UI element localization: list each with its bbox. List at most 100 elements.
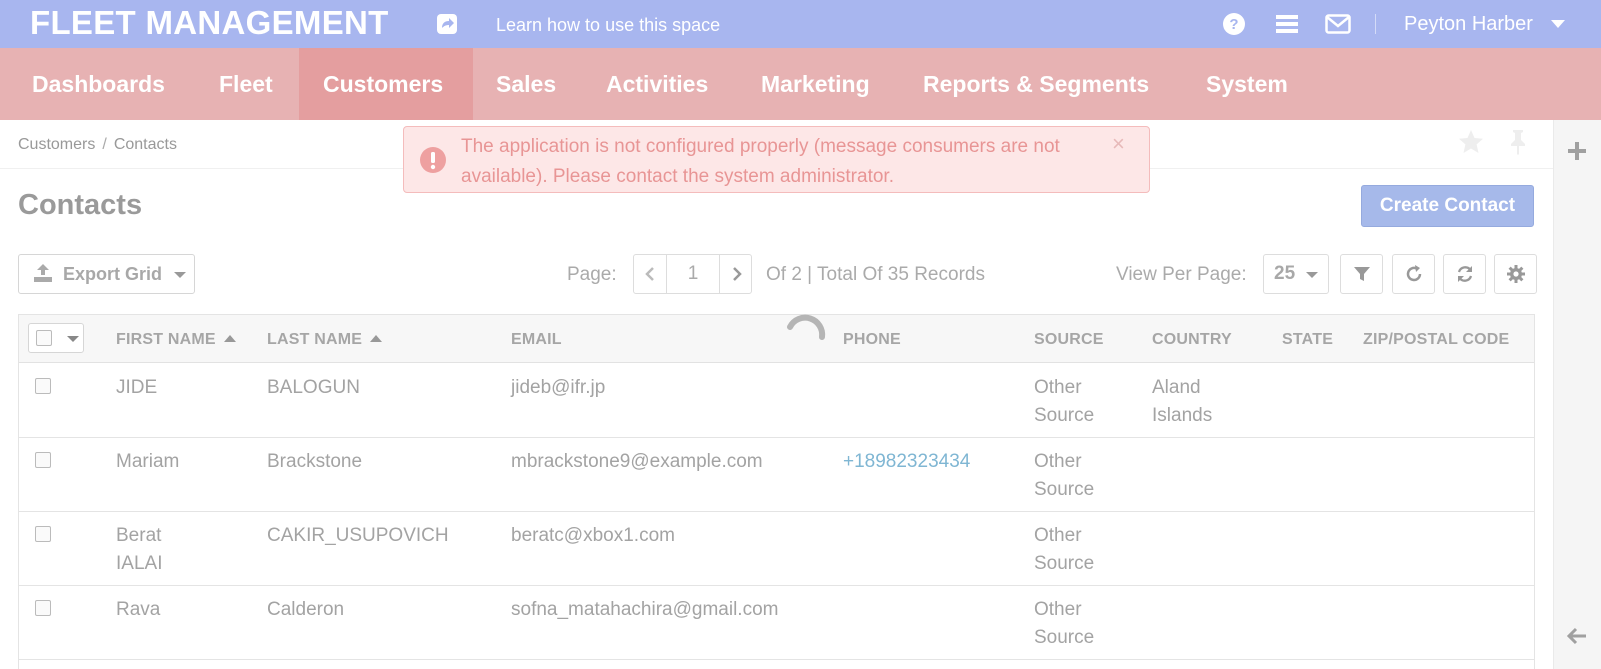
column-header-source[interactable]: SOURCE [1034,331,1104,349]
filter-icon [1354,267,1370,281]
chevron-right-icon [733,267,742,281]
next-page-button[interactable] [719,255,752,293]
row-checkbox[interactable] [35,526,51,542]
view-per-page-select[interactable]: 25 [1263,254,1329,294]
cell-first-name: Berat IALAI [116,525,163,574]
view-per-page-label: View Per Page: [1116,264,1247,285]
refresh-button[interactable] [1443,254,1486,294]
cell-source: Other Source [1034,599,1095,648]
nav-item-marketing[interactable]: Marketing [737,48,894,120]
cell-phone[interactable]: +18982323434 [843,448,1023,476]
row-checkbox[interactable] [35,452,51,468]
nav-item-activities[interactable]: Activities [582,48,732,120]
top-bar: FLEET MANAGEMENT Learn how to use this s… [0,0,1601,48]
cell-last-name: CAKIR_USUPOVICH [267,525,449,546]
chevron-down-icon [1306,272,1318,278]
share-icon[interactable] [436,13,458,35]
gear-icon [1507,265,1525,283]
export-grid-label: Export Grid [63,264,163,284]
chevron-left-icon [645,267,654,281]
chevron-down-icon[interactable] [1551,20,1565,28]
sort-asc-icon [370,335,383,342]
svg-text:?: ? [1229,16,1238,33]
star-icon[interactable] [1457,128,1485,156]
page-title: Contacts [18,189,143,221]
cell-source: Other Source [1034,377,1095,426]
cell-first-name: JIDE [116,377,158,398]
chevron-down-icon [67,336,79,342]
reset-button[interactable] [1392,254,1435,294]
learn-how-link[interactable]: Learn how to use this space [496,15,720,36]
pager: 1 [633,254,752,294]
grid-header: FIRST NAME LAST NAME EMAIL PHONE SOURCE … [19,315,1534,363]
nav-item-fleet[interactable]: Fleet [195,48,297,120]
breadcrumb-contacts: Contacts [113,136,177,153]
breadcrumb-customers[interactable]: Customers [18,136,95,153]
mail-icon[interactable] [1325,13,1351,35]
grid-settings-button[interactable] [1494,254,1537,294]
loading-spinner-icon [787,314,826,340]
cell-country: Aland Islands [1152,377,1213,426]
nav-item-customers[interactable]: Customers [299,48,473,120]
refresh-icon [1457,266,1473,282]
cell-email: mbrackstone9@example.com [511,451,763,472]
reset-icon [1406,265,1422,282]
nav-item-sales[interactable]: Sales [472,48,580,120]
cell-first-name: Rava [116,599,161,620]
error-alert: The application is not configured proper… [403,126,1150,193]
main-nav: Dashboards Fleet Customers Sales Activit… [0,48,1601,120]
close-icon[interactable]: × [1112,131,1125,157]
cell-source: Other Source [1034,525,1095,574]
cell-last-name: BALOGUN [267,377,360,398]
plus-icon[interactable] [1566,140,1588,162]
page-label: Page: [567,264,617,285]
prev-page-button[interactable] [634,255,667,293]
column-header-email[interactable]: EMAIL [511,331,562,349]
help-icon[interactable]: ? [1222,12,1246,36]
pin-icon[interactable] [1505,128,1531,156]
cell-last-name: Brackstone [267,451,363,472]
row-checkbox[interactable] [35,600,51,616]
nav-item-system[interactable]: System [1182,48,1312,120]
chevron-down-icon [174,272,186,278]
table-row[interactable]: Berat IALAI CAKIR_USUPOVICH beratc@xbox1… [19,512,1534,586]
mass-select-dropdown[interactable] [28,323,84,353]
column-header-first-name[interactable]: FIRST NAME [116,331,236,349]
page-number-input[interactable]: 1 [667,255,719,293]
row-checkbox[interactable] [35,378,51,394]
cell-first-name: Mariam [116,451,180,472]
menu-icon[interactable] [1276,13,1298,35]
column-header-state[interactable]: STATE [1282,331,1333,349]
arrow-left-icon[interactable] [1566,626,1588,646]
cell-email: sofna_matahachira@gmail.com [511,599,779,620]
column-header-phone[interactable]: PHONE [843,331,901,349]
create-contact-button[interactable]: Create Contact [1361,185,1534,227]
breadcrumb-separator: / [102,136,107,153]
table-row[interactable]: Rava Calderon sofna_matahachira@gmail.co… [19,586,1534,660]
pager-summary: Of 2 | Total Of 35 Records [766,264,985,285]
table-row[interactable]: JIDE BALOGUN jideb@ifr.jp Other Source A… [19,364,1534,438]
export-grid-button[interactable]: Export Grid [18,254,195,294]
filter-button[interactable] [1340,254,1383,294]
user-menu[interactable]: Peyton Harber [1404,13,1533,36]
view-per-page-value: 25 [1274,263,1296,284]
breadcrumb: Customers / Contacts [18,136,177,154]
cell-last-name: Calderon [267,599,345,620]
cell-email: beratc@xbox1.com [511,525,675,546]
column-label: LAST NAME [267,331,363,348]
table-row[interactable]: Mariam Brackstone mbrackstone9@example.c… [19,438,1534,512]
topbar-divider [1375,14,1376,34]
select-all-checkbox[interactable] [36,330,52,346]
sort-asc-icon [223,335,236,342]
nav-item-dashboards[interactable]: Dashboards [8,48,189,120]
column-label: FIRST NAME [116,331,216,348]
column-header-last-name[interactable]: LAST NAME [267,331,383,349]
exclamation-icon [420,147,446,173]
right-sidebar [1553,120,1601,669]
nav-item-reports-segments[interactable]: Reports & Segments [899,48,1173,120]
column-header-country[interactable]: COUNTRY [1152,331,1232,349]
alert-message: The application is not configured proper… [461,136,1060,187]
upload-icon [34,264,52,282]
column-header-zip[interactable]: ZIP/POSTAL CODE [1363,331,1509,349]
app-title[interactable]: FLEET MANAGEMENT [30,4,389,42]
